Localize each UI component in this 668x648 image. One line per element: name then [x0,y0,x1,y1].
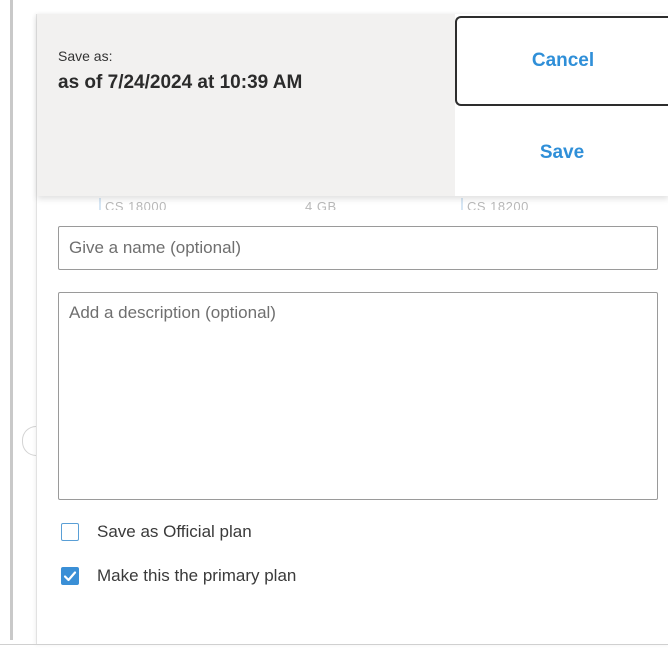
official-plan-label: Save as Official plan [97,522,252,541]
checkmark-icon [63,571,77,582]
primary-plan-option[interactable]: Make this the primary plan [61,566,296,586]
save-as-value: as of 7/24/2024 at 10:39 AM [58,72,303,93]
save-button[interactable]: Save [455,110,668,196]
dialog-header: Save as: as of 7/24/2024 at 10:39 AM Can… [37,14,668,196]
save-as-label: Save as: [58,48,113,64]
primary-plan-label: Make this the primary plan [97,566,297,585]
plan-name-input[interactable] [58,226,658,270]
background-text: CS 18000 [105,199,167,210]
page-scroll-rail [10,0,13,640]
background-marker [461,198,463,210]
background-text: CS 18200 [467,199,529,210]
primary-plan-checkbox[interactable] [61,567,79,585]
background-marker [99,198,101,210]
official-plan-checkbox[interactable] [61,523,79,541]
screen: Save as: as of 7/24/2024 at 10:39 AM Can… [0,0,668,648]
official-plan-option[interactable]: Save as Official plan [61,522,252,542]
dialog-actions: Cancel Save [455,14,668,196]
plan-description-input[interactable] [58,292,658,500]
background-text: 4 GB [305,199,337,210]
cancel-button[interactable]: Cancel [455,16,668,106]
save-plan-dialog: Save as: as of 7/24/2024 at 10:39 AM Can… [36,14,668,645]
bottom-divider [0,644,668,645]
